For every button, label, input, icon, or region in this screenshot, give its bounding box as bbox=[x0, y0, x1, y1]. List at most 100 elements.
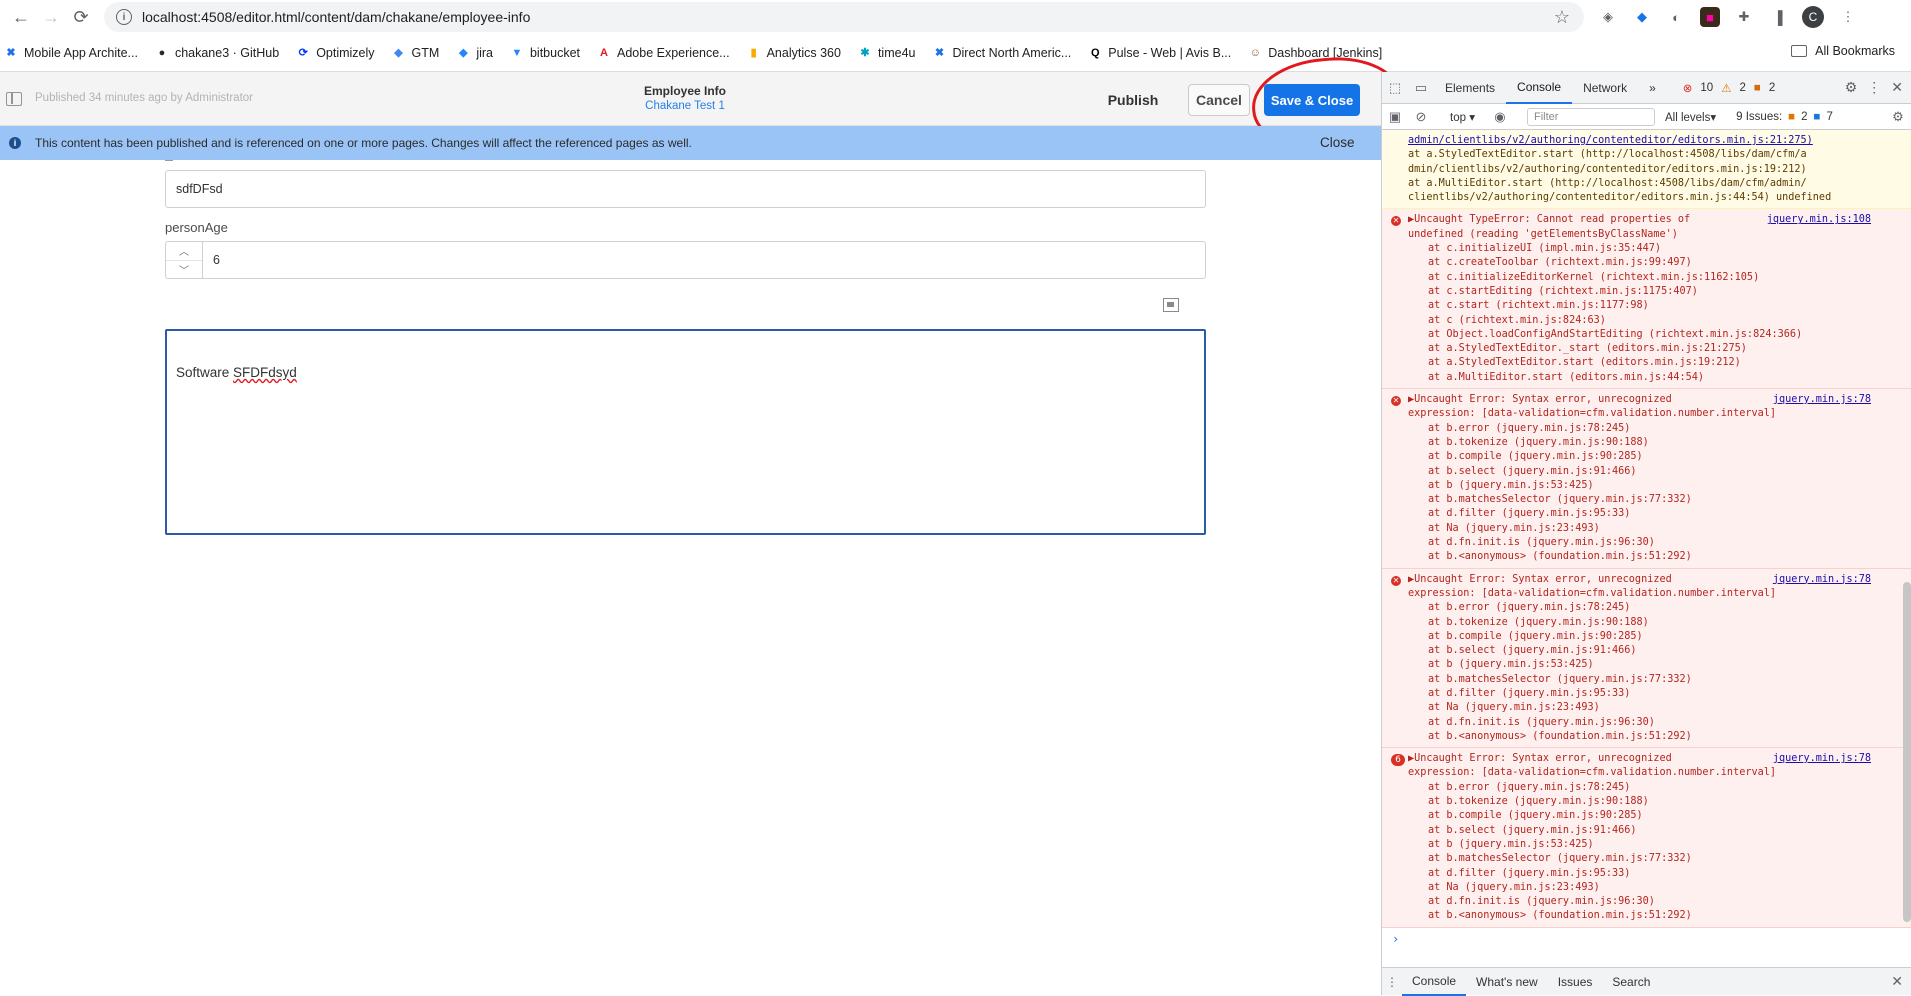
tag-extension-icon[interactable]: ◆ bbox=[1632, 7, 1652, 27]
stack-frame[interactable]: at b (jquery.min.js:53:425) bbox=[1408, 658, 1905, 672]
settings-gear-icon[interactable]: ⚙ bbox=[1845, 79, 1858, 96]
side-rail-toggle-icon[interactable] bbox=[6, 92, 22, 106]
stack-frame[interactable]: at a.StyledTextEditor.start (editors.min… bbox=[1408, 356, 1905, 370]
bookmark-star-icon[interactable]: ☆ bbox=[1554, 7, 1570, 28]
address-bar[interactable]: i localhost:4508/editor.html/content/dam… bbox=[104, 2, 1584, 32]
stack-frame[interactable]: at Object.loadConfigAndStartEditing (ric… bbox=[1408, 328, 1905, 342]
increment-chevron-up-icon[interactable]: ︿ bbox=[166, 242, 202, 261]
age-value[interactable]: 6 bbox=[203, 242, 220, 278]
bookmark-item[interactable]: ✖ Mobile App Archite... bbox=[4, 46, 138, 60]
inspect-element-icon[interactable]: ⬚ bbox=[1382, 80, 1408, 96]
bookmark-item[interactable]: ▼ bitbucket bbox=[510, 46, 580, 60]
bookmark-item[interactable]: ✖ Direct North Americ... bbox=[932, 46, 1071, 60]
extension-icon[interactable]: ◈ bbox=[1598, 7, 1618, 27]
bookmark-item[interactable]: Q Pulse - Web | Avis B... bbox=[1088, 46, 1231, 60]
stack-frame[interactable]: at c.start (richtext.min.js:1177:98) bbox=[1408, 299, 1905, 313]
cancel-button[interactable]: Cancel bbox=[1188, 84, 1250, 116]
extension-icon[interactable]: ■ bbox=[1700, 7, 1720, 27]
console-error-message[interactable]: ✕ jquery.min.js:78 ▶Uncaught Error: Syntax… bbox=[1382, 568, 1911, 749]
rich-text-editor[interactable]: Software SFDFdsyd bbox=[165, 329, 1206, 535]
close-drawer-icon[interactable]: ✕ bbox=[1891, 973, 1911, 990]
bookmark-item[interactable]: ▮ Analytics 360 bbox=[747, 46, 841, 60]
console-filter-input[interactable]: Filter bbox=[1526, 107, 1655, 126]
live-expression-eye-icon[interactable]: ◉ bbox=[1487, 109, 1513, 125]
url-text[interactable]: localhost:4508/editor.html/content/dam/c… bbox=[142, 9, 1554, 25]
stack-frame[interactable]: at b (jquery.min.js:53:425) bbox=[1408, 838, 1905, 852]
bookmark-item[interactable]: ☺ Dashboard [Jenkins] bbox=[1248, 46, 1383, 60]
console-warning-message[interactable]: admin/clientlibs/v2/authoring/contentedi… bbox=[1382, 130, 1911, 210]
source-link[interactable]: jquery.min.js:78 bbox=[1773, 752, 1871, 766]
back-arrow-icon[interactable]: ← bbox=[6, 2, 36, 32]
tab-network[interactable]: Network bbox=[1572, 72, 1638, 104]
stack-frame[interactable]: at c (richtext.min.js:824:63) bbox=[1408, 314, 1905, 328]
source-link[interactable]: jquery.min.js:108 bbox=[1767, 213, 1871, 227]
stack-frame[interactable]: at b.matchesSelector (jquery.min.js:77:3… bbox=[1408, 493, 1905, 507]
forward-arrow-icon[interactable]: → bbox=[36, 2, 66, 32]
bookmark-item[interactable]: ◆ jira bbox=[456, 46, 493, 60]
stack-frame[interactable]: at d.fn.init.is (jquery.min.js:96:30) bbox=[1408, 716, 1905, 730]
stack-frame[interactable]: at b.<anonymous> (foundation.min.js:51:2… bbox=[1408, 550, 1905, 564]
stack-frame[interactable]: at c.initializeEditorKernel (richtext.mi… bbox=[1408, 271, 1905, 285]
drawer-tab-whats-new[interactable]: What's new bbox=[1466, 968, 1548, 996]
log-levels-dropdown[interactable]: All levels▾ bbox=[1665, 110, 1716, 124]
side-panel-icon[interactable]: ▐ bbox=[1768, 7, 1788, 27]
puzzle-icon[interactable]: ✚ bbox=[1734, 7, 1754, 27]
decrement-chevron-down-icon[interactable]: ﹀ bbox=[166, 261, 202, 279]
bookmark-item[interactable]: A Adobe Experience... bbox=[597, 46, 730, 60]
source-link[interactable]: jquery.min.js:78 bbox=[1773, 573, 1871, 587]
stack-frame[interactable]: at c.initializeUI (impl.min.js:35:447) bbox=[1408, 242, 1905, 256]
stack-frame[interactable]: at Na (jquery.min.js:23:493) bbox=[1408, 701, 1905, 715]
stack-frame[interactable]: at b.tokenize (jquery.min.js:90:188) bbox=[1408, 616, 1905, 630]
stack-frame[interactable]: at d.fn.init.is (jquery.min.js:96:30) bbox=[1408, 895, 1905, 909]
console-error-message[interactable]: 6 jquery.min.js:78 ▶Uncaught Error: Syntax… bbox=[1382, 748, 1911, 928]
stack-frame[interactable]: at b.tokenize (jquery.min.js:90:188) bbox=[1408, 795, 1905, 809]
stack-frame[interactable]: at d.filter (jquery.min.js:95:33) bbox=[1408, 507, 1905, 521]
stack-frame[interactable]: at b.compile (jquery.min.js:90:285) bbox=[1408, 450, 1905, 464]
close-devtools-icon[interactable]: ✕ bbox=[1891, 79, 1903, 96]
stack-frame[interactable]: at b.<anonymous> (foundation.min.js:51:2… bbox=[1408, 730, 1905, 744]
bookmark-item[interactable]: ✱ time4u bbox=[858, 46, 915, 60]
bookmark-item[interactable]: ● chakane3 · GitHub bbox=[155, 46, 280, 60]
stack-frame[interactable]: at b.<anonymous> (foundation.min.js:51:2… bbox=[1408, 909, 1905, 923]
stack-frame[interactable]: at c.startEditing (richtext.min.js:1175:… bbox=[1408, 285, 1905, 299]
stack-frame[interactable]: at d.filter (jquery.min.js:95:33) bbox=[1408, 867, 1905, 881]
device-toolbar-icon[interactable]: ▭ bbox=[1408, 80, 1434, 96]
drawer-menu-icon[interactable]: ⋮ bbox=[1382, 975, 1402, 989]
message-counts[interactable]: ⊗ 10 ⚠ 2 ■ 2 bbox=[1683, 81, 1776, 95]
more-tabs-chevron-icon[interactable]: » bbox=[1638, 72, 1667, 104]
console-error-message[interactable]: ✕ jquery.min.js:108 ▶Uncaught TypeError: C… bbox=[1382, 209, 1911, 390]
stack-frame[interactable]: at a.StyledTextEditor._start (editors.mi… bbox=[1408, 342, 1905, 356]
stack-frame[interactable]: at c.createToolbar (richtext.min.js:99:4… bbox=[1408, 256, 1905, 270]
console-scrollbar[interactable] bbox=[1903, 582, 1911, 922]
stack-frame[interactable]: dmin/clientlibs/v2/authoring/contentedit… bbox=[1408, 163, 1905, 177]
stack-frame[interactable]: at d.fn.init.is (jquery.min.js:96:30) bbox=[1408, 536, 1905, 550]
source-link[interactable]: jquery.min.js:78 bbox=[1773, 393, 1871, 407]
stack-frame[interactable]: at b.matchesSelector (jquery.min.js:77:3… bbox=[1408, 852, 1905, 866]
menu-kebab-icon[interactable]: ⋮ bbox=[1838, 7, 1858, 27]
stack-frame[interactable]: at b.select (jquery.min.js:91:466) bbox=[1408, 644, 1905, 658]
stack-frame[interactable]: at b.error (jquery.min.js:78:245) bbox=[1408, 601, 1905, 615]
devtools-menu-icon[interactable]: ⋮ bbox=[1867, 79, 1881, 96]
site-info-icon[interactable]: i bbox=[116, 9, 132, 25]
console-prompt[interactable]: › bbox=[1382, 928, 1911, 950]
stack-frame[interactable]: at d.filter (jquery.min.js:95:33) bbox=[1408, 687, 1905, 701]
stack-frame[interactable]: at b.select (jquery.min.js:91:466) bbox=[1408, 465, 1905, 479]
person-name-input[interactable]: sdfDFsd bbox=[165, 170, 1206, 208]
stack-frame[interactable]: at b.tokenize (jquery.min.js:90:188) bbox=[1408, 436, 1905, 450]
stack-frame[interactable]: at b.compile (jquery.min.js:90:285) bbox=[1408, 809, 1905, 823]
context-selector[interactable]: top ▾ bbox=[1450, 110, 1475, 124]
bookmark-item[interactable]: ⟳ Optimizely bbox=[296, 46, 375, 60]
stack-frame[interactable]: at a.MultiEditor.start (http://localhost… bbox=[1408, 177, 1905, 191]
stack-frame[interactable]: at Na (jquery.min.js:23:493) bbox=[1408, 522, 1905, 536]
sidebar-toggle-icon[interactable]: ▣ bbox=[1382, 109, 1408, 125]
stack-frame[interactable]: at b (jquery.min.js:53:425) bbox=[1408, 479, 1905, 493]
drawer-tab-search[interactable]: Search bbox=[1602, 968, 1660, 996]
person-age-input[interactable]: ︿ ﹀ 6 bbox=[165, 241, 1206, 279]
publish-button[interactable]: Publish bbox=[1100, 86, 1166, 114]
console-error-message[interactable]: ✕ jquery.min.js:78 ▶Uncaught Error: Syntax… bbox=[1382, 389, 1911, 569]
all-bookmarks[interactable]: All Bookmarks bbox=[1791, 44, 1895, 58]
stack-frame[interactable]: at Na (jquery.min.js:23:493) bbox=[1408, 881, 1905, 895]
stack-frame[interactable]: at a.StyledTextEditor.start (http://loca… bbox=[1408, 148, 1905, 162]
stack-frame[interactable]: clientlibs/v2/authoring/contenteditor/ed… bbox=[1408, 191, 1905, 205]
stack-frame[interactable]: at b.compile (jquery.min.js:90:285) bbox=[1408, 630, 1905, 644]
